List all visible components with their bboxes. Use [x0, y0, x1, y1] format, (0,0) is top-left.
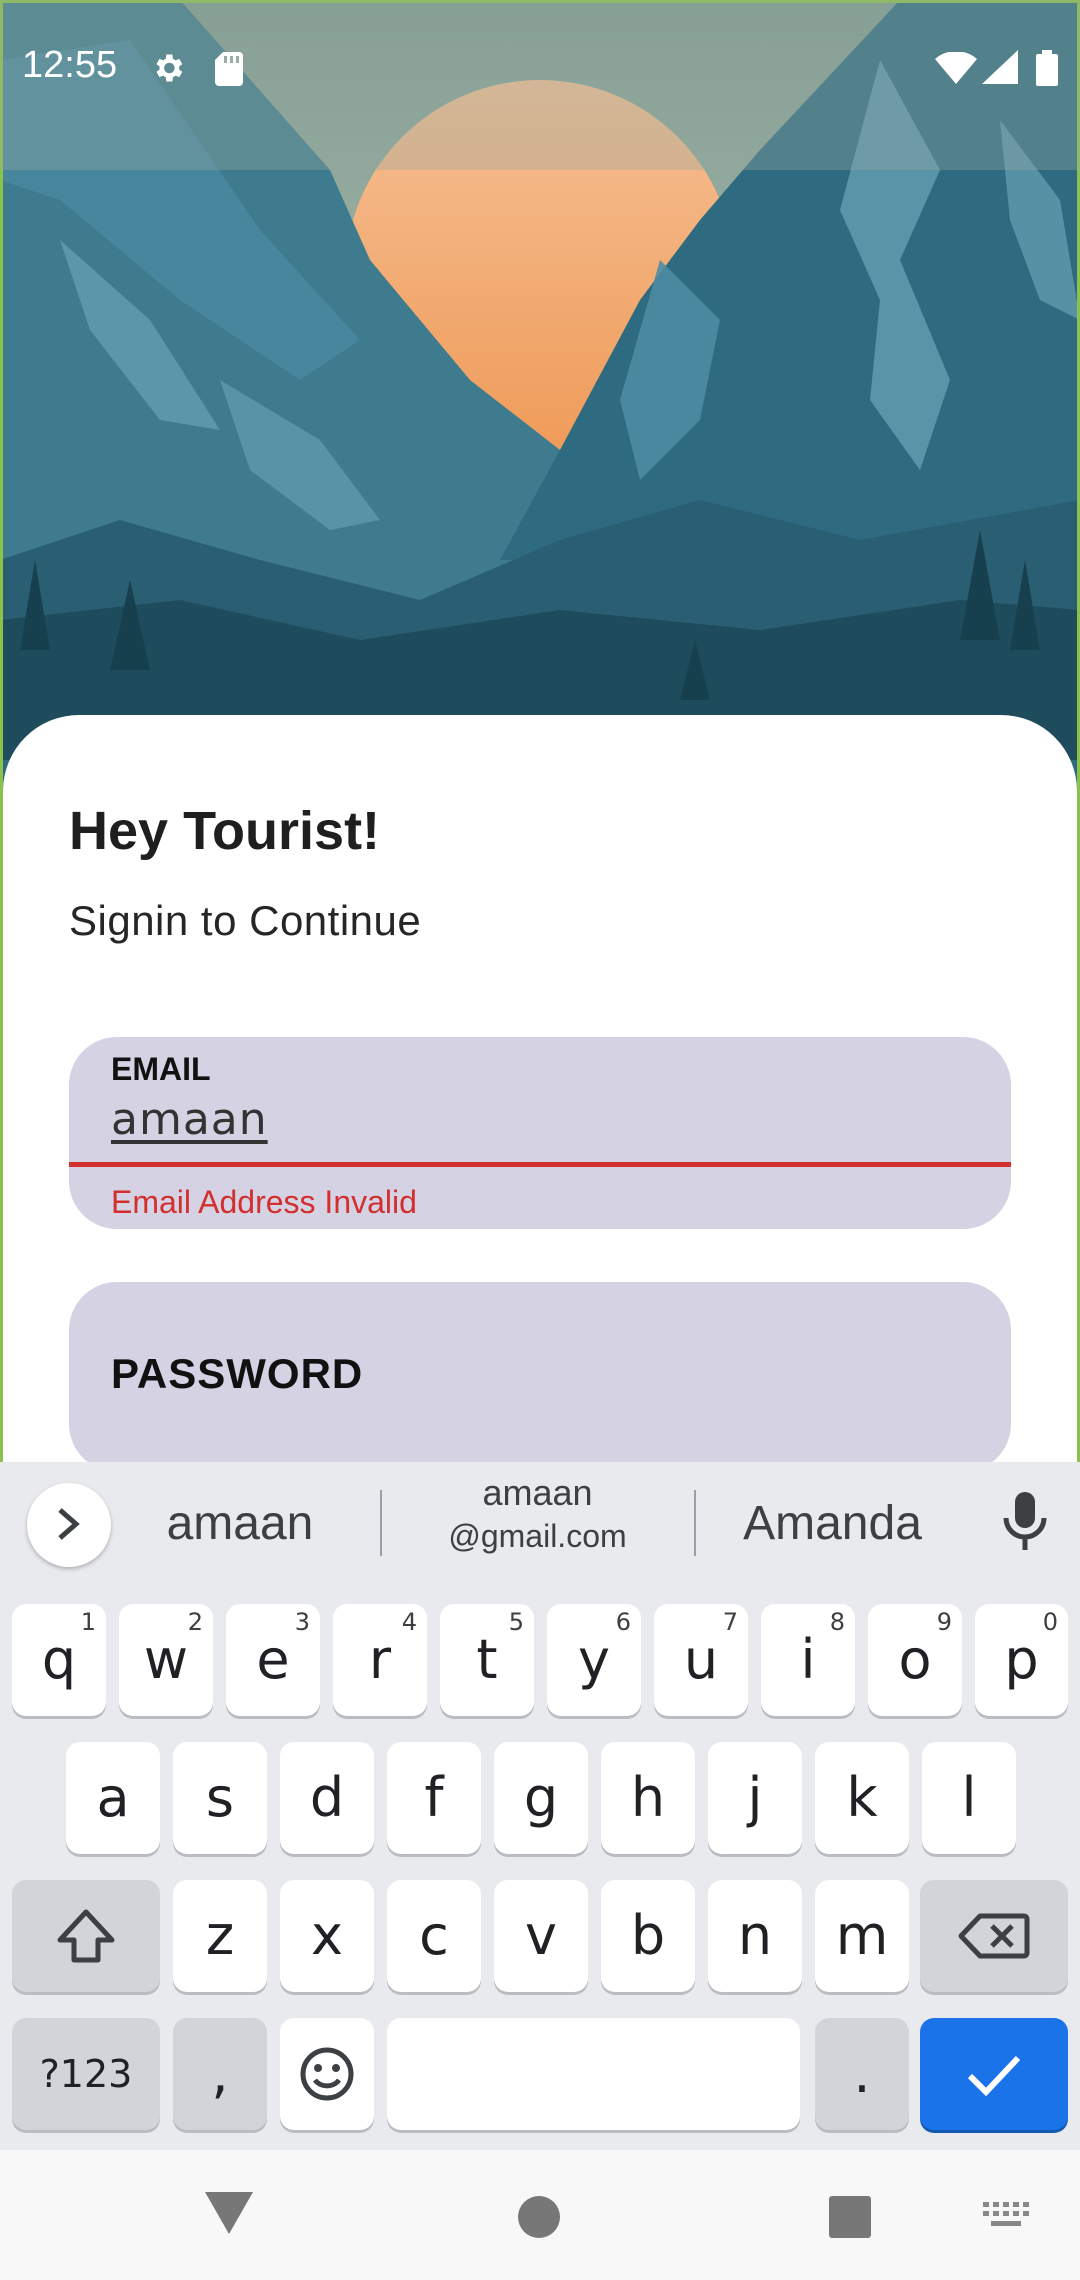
- key-i[interactable]: i8: [761, 1604, 855, 1716]
- microphone-icon[interactable]: [1003, 1492, 1047, 1556]
- key-z[interactable]: z: [173, 1880, 267, 1992]
- suggestion-center-line2[interactable]: @gmail.com: [400, 1518, 675, 1555]
- suggestion-bar: amaan amaan @gmail.com Amanda: [0, 1462, 1080, 1584]
- suggestion-right[interactable]: Amanda: [715, 1496, 950, 1551]
- key-v[interactable]: v: [494, 1880, 588, 1992]
- key-l[interactable]: l: [922, 1742, 1016, 1854]
- key-j[interactable]: j: [708, 1742, 802, 1854]
- login-card: Hey Tourist! Signin to Continue EMAIL am…: [3, 715, 1077, 1515]
- password-label: PASSWORD: [111, 1350, 364, 1397]
- back-icon[interactable]: [203, 2190, 255, 2240]
- chevron-right-icon: [58, 1508, 80, 1540]
- email-error-text: Email Address Invalid: [111, 1184, 417, 1220]
- email-field[interactable]: EMAIL amaan Email Address Invalid: [69, 1037, 1011, 1229]
- key-b[interactable]: b: [601, 1880, 695, 1992]
- key-p[interactable]: p0: [975, 1604, 1068, 1716]
- keyboard-switch-icon[interactable]: [983, 2202, 1029, 2236]
- key-n[interactable]: n: [708, 1880, 802, 1992]
- page-title: Hey Tourist!: [69, 801, 381, 861]
- symbols-key[interactable]: ?123: [12, 2018, 160, 2130]
- key-e[interactable]: e3: [226, 1604, 320, 1716]
- key-m[interactable]: m: [815, 1880, 909, 1992]
- status-time: 12:55: [22, 44, 118, 86]
- backspace-icon: [958, 1913, 1030, 1959]
- key-d[interactable]: d: [280, 1742, 374, 1854]
- period-key[interactable]: .: [815, 2018, 909, 2130]
- password-field[interactable]: PASSWORD: [69, 1282, 1011, 1472]
- suggestion-center-line1[interactable]: amaan: [400, 1472, 675, 1514]
- check-icon: [967, 2055, 1021, 2097]
- shift-key[interactable]: [12, 1880, 160, 1992]
- soft-keyboard: amaan amaan @gmail.com Amanda q1 w2 e3 r…: [0, 1462, 1080, 2150]
- signal-icon: [982, 50, 1018, 88]
- comma-key[interactable]: ,: [173, 2018, 267, 2130]
- suggestion-expand-button[interactable]: [27, 1483, 111, 1567]
- key-y[interactable]: y6: [547, 1604, 641, 1716]
- key-h[interactable]: h: [601, 1742, 695, 1854]
- wifi-icon: [935, 51, 977, 88]
- email-label: EMAIL: [111, 1051, 211, 1087]
- key-t[interactable]: t5: [440, 1604, 534, 1716]
- suggestion-divider: [694, 1490, 696, 1556]
- key-u[interactable]: u7: [654, 1604, 748, 1716]
- emoji-key[interactable]: [280, 2018, 374, 2130]
- status-bar: 12:55: [0, 0, 1080, 170]
- key-f[interactable]: f: [387, 1742, 481, 1854]
- key-s[interactable]: s: [173, 1742, 267, 1854]
- gear-icon: [150, 50, 186, 90]
- key-w[interactable]: w2: [119, 1604, 213, 1716]
- enter-done-key[interactable]: [920, 2018, 1068, 2130]
- backspace-key[interactable]: [920, 1880, 1068, 1992]
- key-o[interactable]: o9: [868, 1604, 962, 1716]
- suggestion-left[interactable]: amaan: [130, 1496, 350, 1551]
- navigation-bar: [0, 2150, 1080, 2280]
- space-key[interactable]: [387, 2018, 800, 2130]
- key-g[interactable]: g: [494, 1742, 588, 1854]
- page-subtitle: Signin to Continue: [69, 897, 422, 944]
- home-icon[interactable]: [517, 2195, 561, 2243]
- emoji-icon: [300, 2047, 354, 2101]
- key-x[interactable]: x: [280, 1880, 374, 1992]
- sd-card-icon: [215, 52, 243, 90]
- key-q[interactable]: q1: [12, 1604, 106, 1716]
- email-input[interactable]: amaan: [111, 1094, 961, 1145]
- key-k[interactable]: k: [815, 1742, 909, 1854]
- key-c[interactable]: c: [387, 1880, 481, 1992]
- key-r[interactable]: r4: [333, 1604, 427, 1716]
- recents-icon[interactable]: [828, 2195, 872, 2243]
- suggestion-divider: [380, 1490, 382, 1556]
- battery-icon: [1036, 50, 1058, 90]
- email-error-underline: [69, 1162, 1011, 1167]
- shift-icon: [57, 1909, 115, 1963]
- key-a[interactable]: a: [66, 1742, 160, 1854]
